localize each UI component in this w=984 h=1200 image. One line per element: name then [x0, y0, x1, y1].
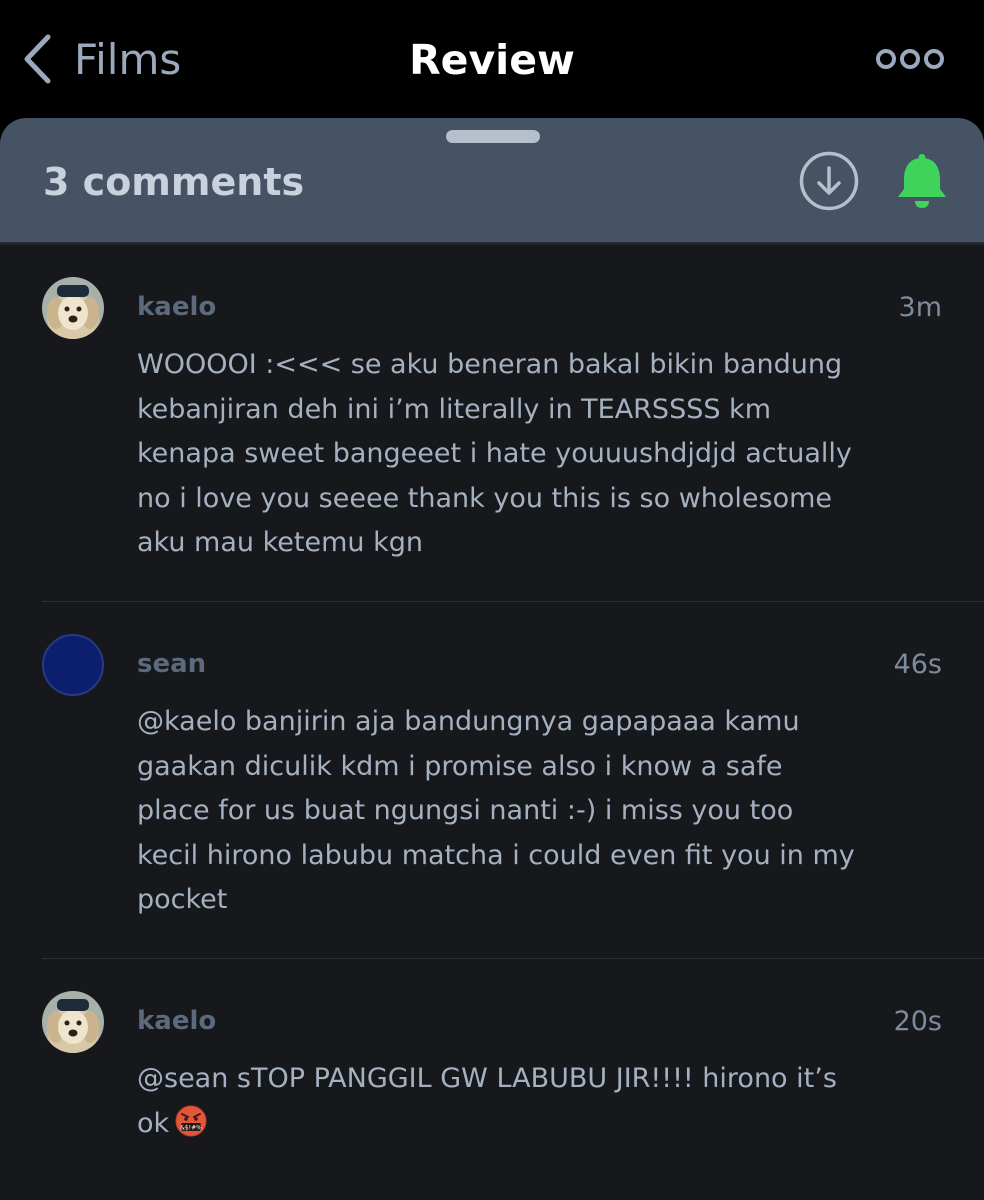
comment-username[interactable]: sean: [137, 649, 206, 679]
comments-sheet: 3 comments kaelo 3m WOOOOI:<<< se aku b…: [0, 118, 984, 1200]
dog-photo-avatar: [42, 991, 104, 1053]
bell-icon[interactable]: [894, 152, 950, 210]
download-circle-icon[interactable]: [798, 150, 860, 212]
avatar[interactable]: [42, 991, 104, 1053]
comment-divider: [42, 958, 984, 959]
header-shadow: [0, 242, 984, 246]
page-title: Review: [409, 36, 575, 84]
comments-header: 3 comments: [0, 118, 984, 242]
cursing-face-emoji: 🤬 &$!#%: [175, 1105, 207, 1152]
back-label: Films: [74, 34, 182, 84]
comment-text-container: @sean sTOP PANGGIL GW LABUBU JIR!!!! hir…: [137, 1057, 857, 1151]
svg-text:&$!#%: &$!#%: [180, 1124, 202, 1131]
comment-text: @kaelo banjirin aja bandungnya gapapaaa …: [137, 706, 855, 915]
review-screen: Films Review 3 comments kaelo 3m WOOOOI …: [0, 0, 984, 1200]
comment-timestamp: 46s: [893, 649, 942, 680]
chevron-left-icon: [24, 34, 51, 84]
navigation-bar: Films Review: [0, 0, 984, 118]
sheet-grab-handle[interactable]: [446, 130, 540, 143]
dog-photo-avatar: [42, 277, 104, 339]
comment-username[interactable]: kaelo: [137, 1006, 216, 1036]
back-button[interactable]: Films: [22, 26, 181, 92]
more-dots-icon[interactable]: [874, 44, 946, 74]
comment-timestamp: 3m: [898, 292, 942, 323]
comment-count: 3 comments: [43, 160, 305, 204]
avatar[interactable]: [42, 277, 104, 339]
comment-timestamp: 20s: [893, 1006, 942, 1037]
comment-text: @sean sTOP PANGGIL GW LABUBU JIR!!!! hir…: [137, 1063, 837, 1139]
comment-username[interactable]: kaelo: [137, 292, 216, 322]
comment-text: WOOOOI :<<< se aku beneran bakal bikin b…: [137, 349, 852, 558]
comment-divider: [42, 601, 984, 602]
avatar[interactable]: [42, 634, 104, 696]
